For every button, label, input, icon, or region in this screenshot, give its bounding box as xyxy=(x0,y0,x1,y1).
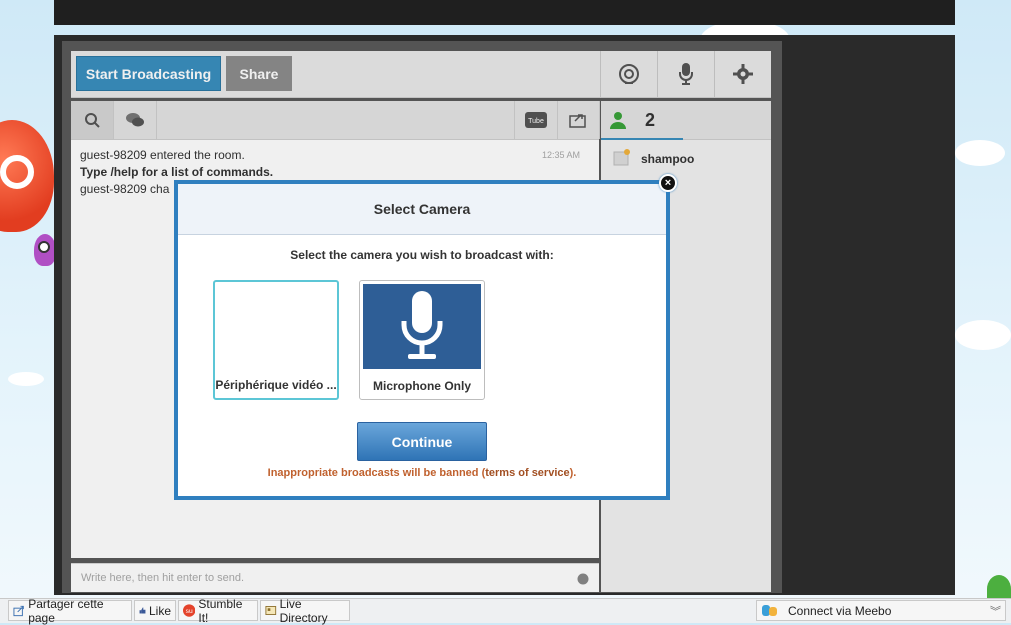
svg-text:su: su xyxy=(186,608,193,615)
stumble-button[interactable]: su Stumble It! xyxy=(178,597,258,625)
camera-option-label: Microphone Only xyxy=(372,379,471,393)
dialog-prompt: Select the camera you wish to broadcast … xyxy=(290,248,554,262)
like-button[interactable]: Like xyxy=(134,600,176,621)
camera-option-video-device[interactable]: Périphérique vidéo ... xyxy=(213,280,339,400)
mascot-eye-decoration xyxy=(38,241,50,253)
meebo-icon xyxy=(762,605,777,616)
stumbleupon-icon: su xyxy=(183,604,196,617)
terms-of-service-link[interactable]: terms of service xyxy=(485,467,569,479)
warning-text-end: ). xyxy=(569,467,577,479)
top-bar xyxy=(54,0,955,25)
meebo-label: Connect via Meebo xyxy=(788,603,892,618)
share-page-button[interactable]: Partager cette page xyxy=(8,597,132,625)
close-icon[interactable]: × xyxy=(659,174,677,192)
share-icon xyxy=(13,605,24,617)
stumble-label: Stumble It! xyxy=(198,596,243,625)
live-directory-label: Live Directory xyxy=(279,596,328,625)
directory-icon xyxy=(265,606,277,615)
microphone-preview xyxy=(363,284,481,369)
balloon-eye-decoration xyxy=(0,155,34,189)
dialog-title: Select Camera xyxy=(178,184,666,235)
camera-option-microphone-only[interactable]: Microphone Only xyxy=(359,280,485,400)
chevron-down-icon[interactable]: ︾ xyxy=(990,603,1001,619)
cloud xyxy=(955,140,1005,166)
continue-button[interactable]: Continue xyxy=(357,422,487,461)
broadcast-warning: Inappropriate broadcasts will be banned … xyxy=(178,467,666,479)
share-page-label: Partager cette page xyxy=(28,596,104,625)
like-label: Like xyxy=(148,603,171,618)
cloud xyxy=(8,372,44,386)
thumbs-up-icon xyxy=(139,607,146,614)
camera-option-label: Périphérique vidéo ... xyxy=(215,378,337,392)
meebo-connect-button[interactable]: Connect via Meebo ︾ xyxy=(756,600,1006,621)
microphone-icon xyxy=(401,290,443,359)
cloud xyxy=(955,320,1011,350)
warning-text: Inappropriate broadcasts will be banned … xyxy=(267,467,486,479)
live-directory-button[interactable]: Live Directory xyxy=(260,597,350,625)
